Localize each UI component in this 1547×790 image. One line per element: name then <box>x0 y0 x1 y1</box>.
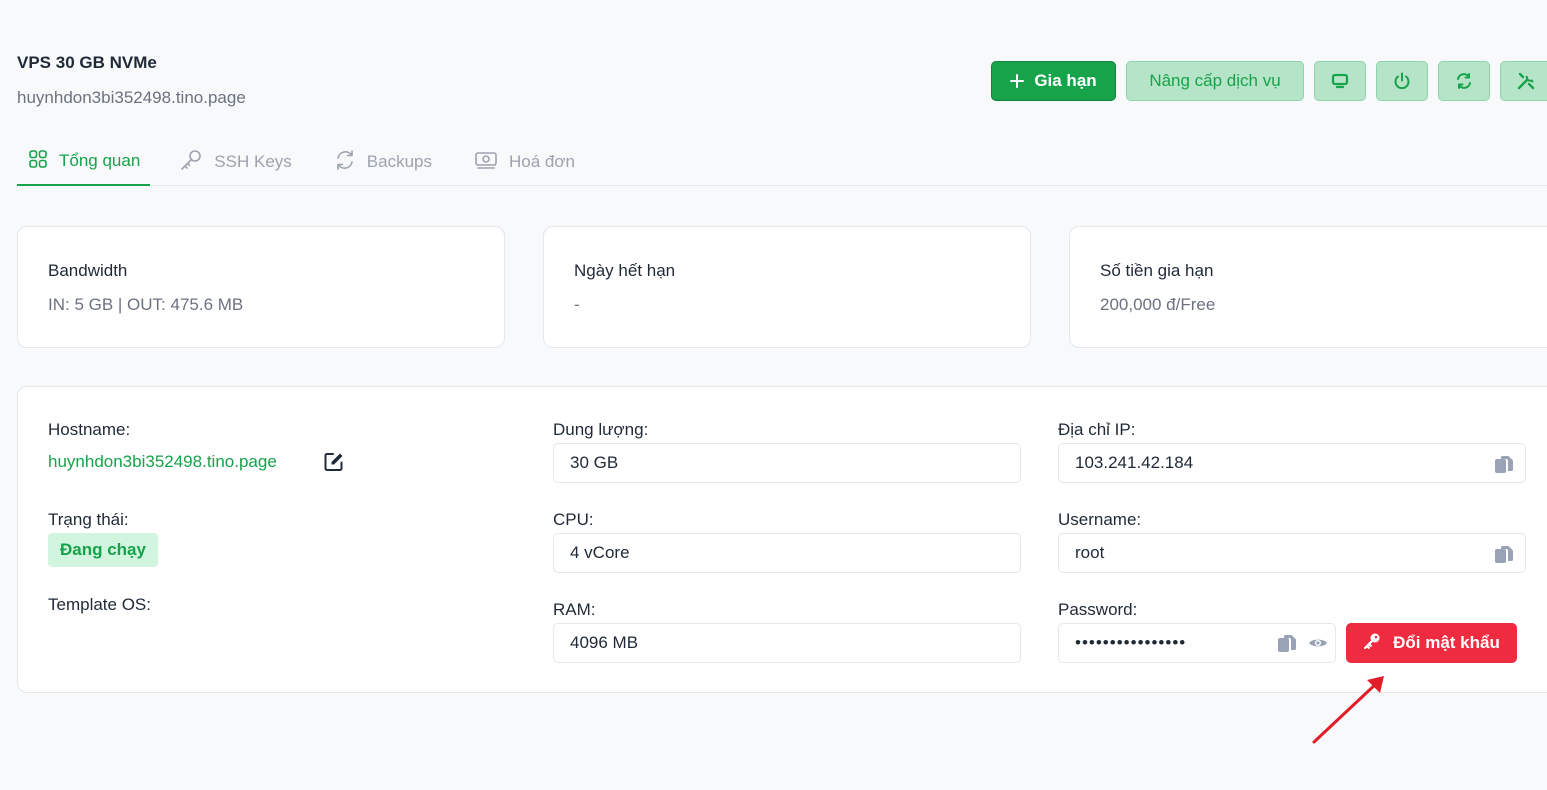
edit-icon[interactable] <box>323 451 345 478</box>
tab-invoices-label: Hoá đơn <box>508 152 575 171</box>
key-icon <box>1363 632 1381 655</box>
expiry-label: Ngày hết hạn <box>574 261 676 280</box>
cpu-field: 4 vCore <box>553 533 1021 573</box>
password-value: •••••••••••••••• <box>1075 633 1187 652</box>
reboot-button[interactable] <box>1438 61 1490 101</box>
status-label: Trạng thái: <box>48 510 129 529</box>
change-password-button[interactable]: Đổi mật khẩu <box>1346 623 1517 663</box>
expiry-card: Ngày hết hạn - <box>543 226 1031 348</box>
ip-address-label: Địa chỉ IP: <box>1058 420 1136 439</box>
upgrade-button-label: Nâng cấp dịch vụ <box>1149 71 1281 90</box>
username-field[interactable]: root <box>1058 533 1526 573</box>
ram-field: 4096 MB <box>553 623 1021 663</box>
grid-icon <box>28 149 48 174</box>
renew-button[interactable]: Gia hạn <box>991 61 1116 101</box>
settings-button[interactable] <box>1500 61 1547 101</box>
storage-value: 30 GB <box>570 453 619 472</box>
eye-icon[interactable] <box>1308 635 1328 656</box>
page-subtitle-hostname: huynhdon3bi352498.tino.page <box>17 88 246 107</box>
money-icon <box>474 150 498 175</box>
refresh-icon <box>1454 71 1474 91</box>
tab-backups-label: Backups <box>366 152 432 171</box>
tab-invoices[interactable]: Hoá đơn <box>461 138 588 186</box>
username-label: Username: <box>1058 510 1142 529</box>
hostname-label: Hostname: <box>48 420 131 439</box>
key-icon <box>179 149 203 176</box>
expiry-value: - <box>574 295 580 314</box>
status-badge: Đang chạy <box>48 533 158 567</box>
console-button[interactable] <box>1314 61 1366 101</box>
tab-ssh-keys-label: SSH Keys <box>214 152 292 171</box>
annotation-arrow <box>1312 676 1384 744</box>
renewal-price-label: Số tiền gia hạn <box>1100 261 1214 280</box>
power-icon <box>1392 71 1412 91</box>
bandwidth-value: IN: 5 GB | OUT: 475.6 MB <box>48 295 244 314</box>
hostname-value: huynhdon3bi352498.tino.page <box>48 452 277 471</box>
tab-backups[interactable]: Backups <box>321 138 445 186</box>
tab-overview-label: Tổng quan <box>59 151 141 170</box>
tools-icon <box>1516 71 1536 91</box>
password-field[interactable]: •••••••••••••••• <box>1058 623 1336 663</box>
change-password-label: Đổi mật khẩu <box>1393 633 1500 652</box>
ip-address-field[interactable]: 103.241.42.184 <box>1058 443 1526 483</box>
renewal-price-card: Số tiền gia hạn 200,000 đ/Free <box>1069 226 1547 348</box>
renewal-price-value: 200,000 đ/Free <box>1100 295 1216 314</box>
bandwidth-label: Bandwidth <box>48 261 128 280</box>
template-os-label: Template OS: <box>48 595 151 614</box>
cpu-label: CPU: <box>553 510 594 529</box>
ram-label: RAM: <box>553 600 596 619</box>
action-toolbar: Gia hạn Nâng cấp dịch vụ <box>991 61 1547 101</box>
plus-icon <box>1010 74 1025 88</box>
copy-icon[interactable] <box>1493 453 1515 480</box>
cpu-value: 4 vCore <box>570 543 630 562</box>
bandwidth-card: Bandwidth IN: 5 GB | OUT: 475.6 MB <box>17 226 505 348</box>
renew-button-label: Gia hạn <box>1034 71 1097 90</box>
copy-icon[interactable] <box>1493 543 1515 570</box>
monitor-icon <box>1331 72 1349 90</box>
refresh-icon <box>334 149 356 176</box>
copy-icon[interactable] <box>1276 632 1298 659</box>
storage-field: 30 GB <box>553 443 1021 483</box>
tab-ssh-keys[interactable]: SSH Keys <box>166 138 304 186</box>
tab-bar: Tổng quan SSH Keys Backups Hoá đơn <box>17 138 1547 186</box>
password-label: Password: <box>1058 600 1138 619</box>
page-title: VPS 30 GB NVMe <box>17 53 157 72</box>
tab-overview[interactable]: Tổng quan <box>17 138 151 186</box>
storage-label: Dung lượng: <box>553 420 649 439</box>
power-button[interactable] <box>1376 61 1428 101</box>
server-details-card: Hostname: huynhdon3bi352498.tino.page Tr… <box>17 386 1547 693</box>
upgrade-service-button[interactable]: Nâng cấp dịch vụ <box>1126 61 1304 101</box>
ip-address-value: 103.241.42.184 <box>1075 453 1194 472</box>
ram-value: 4096 MB <box>570 633 639 652</box>
username-value: root <box>1075 543 1105 562</box>
